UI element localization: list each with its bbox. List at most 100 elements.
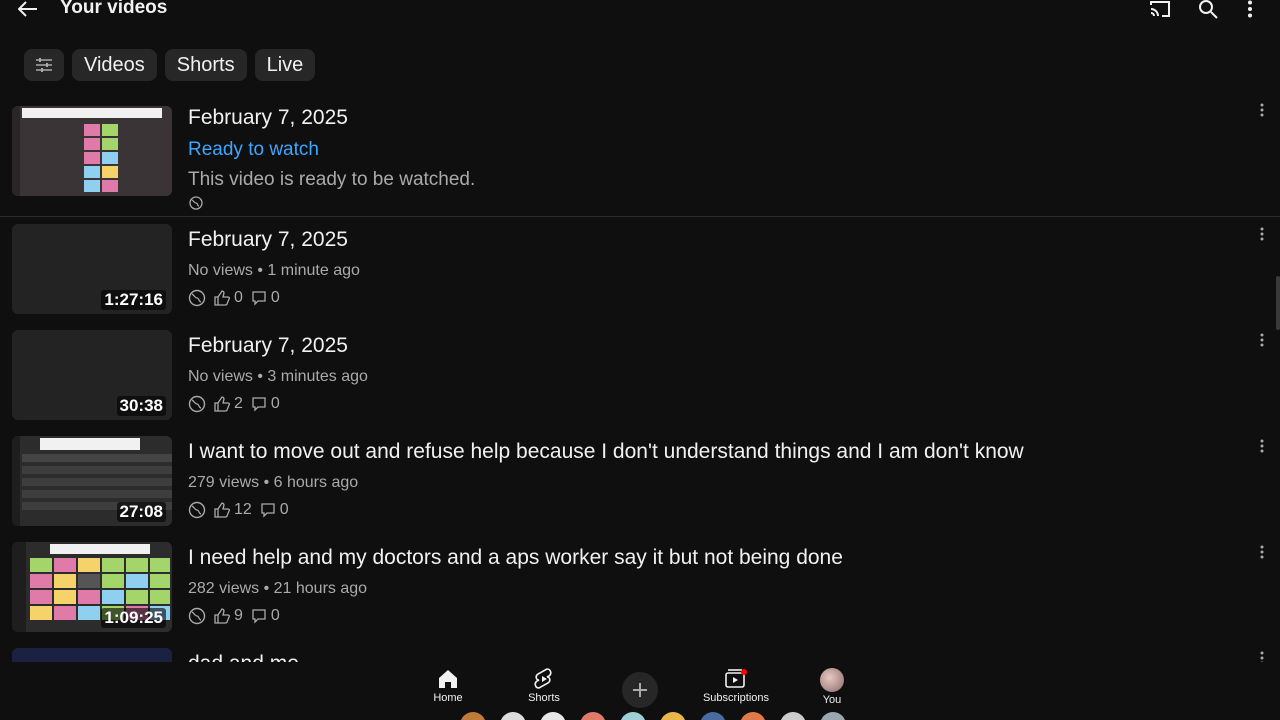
video-thumbnail[interactable] (12, 106, 172, 196)
thumb-up-icon (214, 608, 230, 624)
video-stats: 9 0 (188, 606, 280, 626)
nav-home-label: Home (433, 692, 463, 704)
nav-you[interactable]: You (792, 668, 872, 706)
video-list: February 7, 2025 Ready to watch This vid… (0, 100, 1280, 662)
thumb-up-icon (214, 396, 230, 412)
dock-app-icon[interactable] (740, 712, 766, 720)
back-button[interactable] (14, 0, 42, 22)
chip-videos[interactable]: Videos (72, 49, 157, 81)
globe-icon (188, 501, 206, 519)
video-row[interactable]: 1:27:16 February 7, 2025 No views • 1 mi… (0, 224, 1280, 320)
filter-chip[interactable] (24, 49, 64, 81)
dock-app-icon[interactable] (460, 712, 486, 720)
video-thumbnail[interactable]: 27:08 (12, 436, 172, 526)
video-thumbnail[interactable]: 1:27:16 (12, 224, 172, 314)
chip-live[interactable]: Live (254, 49, 316, 81)
video-row[interactable]: February 7, 2025 Ready to watch This vid… (0, 100, 1280, 216)
video-title[interactable]: dad and me (188, 652, 299, 662)
dock-app-icon[interactable] (540, 712, 566, 720)
video-title[interactable]: I want to move out and refuse help becau… (188, 440, 1024, 464)
shorts-icon (534, 668, 552, 689)
more-vert-icon (1260, 333, 1264, 347)
likes-stat: 0 (214, 289, 243, 307)
avatar (820, 668, 844, 692)
dock-app-icon[interactable] (500, 712, 526, 720)
globe-icon (188, 289, 206, 307)
duration-badge: 27:08 (116, 502, 166, 522)
likes-stat: 2 (214, 395, 243, 413)
video-row[interactable]: dad and me (0, 648, 1280, 662)
video-options-button[interactable] (1254, 542, 1270, 562)
comments-count: 0 (279, 501, 289, 518)
thumb-up-icon (214, 502, 230, 518)
likes-count: 0 (234, 289, 243, 306)
comment-icon (252, 397, 266, 412)
video-stats: 2 0 (188, 394, 280, 414)
nav-subscriptions[interactable]: Subscriptions (696, 668, 776, 704)
video-meta: No views • 1 minute ago (188, 262, 360, 279)
video-thumbnail[interactable] (12, 648, 172, 662)
dock-app-icon[interactable] (820, 712, 846, 720)
cast-button[interactable] (1146, 0, 1174, 22)
comments-count: 0 (270, 607, 280, 624)
search-icon (1199, 0, 1218, 19)
video-stats: 12 0 (188, 500, 289, 520)
duration-badge: 1:09:25 (101, 608, 166, 628)
system-dock (460, 712, 880, 720)
dock-app-icon[interactable] (700, 712, 726, 720)
search-button[interactable] (1194, 0, 1222, 22)
dock-app-icon[interactable] (660, 712, 686, 720)
video-thumbnail[interactable]: 30:38 (12, 330, 172, 420)
video-title[interactable]: February 7, 2025 (188, 228, 348, 252)
create-button[interactable] (622, 672, 658, 708)
video-options-button[interactable] (1254, 648, 1270, 662)
dock-app-icon[interactable] (580, 712, 606, 720)
video-options-button[interactable] (1254, 100, 1270, 120)
video-options-button[interactable] (1254, 330, 1270, 350)
comments-stat: 0 (251, 289, 280, 307)
overflow-menu-button[interactable] (1236, 0, 1264, 22)
thumbnail-image (12, 106, 172, 196)
comment-icon (252, 291, 266, 306)
more-vert-icon (1260, 103, 1264, 117)
video-options-button[interactable] (1254, 224, 1270, 244)
video-title[interactable]: I need help and my doctors and a aps wor… (188, 546, 843, 570)
comments-count: 0 (270, 289, 280, 306)
nav-home[interactable]: Home (408, 668, 488, 704)
chip-shorts[interactable]: Shorts (164, 49, 247, 81)
likes-stat: 12 (214, 501, 252, 519)
likes-count: 12 (234, 501, 252, 518)
divider (0, 216, 1280, 217)
nav-subscriptions-label: Subscriptions (702, 692, 770, 704)
duration-badge: 30:38 (116, 396, 166, 416)
video-meta: No views • 3 minutes ago (188, 368, 368, 385)
thumb-up-icon (214, 290, 230, 306)
more-vert-icon (1260, 651, 1264, 662)
more-vert-icon (1260, 227, 1264, 241)
video-title[interactable]: February 7, 2025 (188, 334, 348, 358)
globe-icon (188, 607, 206, 625)
video-row[interactable]: 1:09:25 I need help and my doctors and a… (0, 542, 1280, 638)
comment-icon (252, 609, 266, 624)
dock-app-icon[interactable] (620, 712, 646, 720)
dock-app-icon[interactable] (780, 712, 806, 720)
duration-badge: 1:27:16 (101, 290, 166, 310)
nav-shorts[interactable]: Shorts (504, 668, 584, 704)
more-vert-icon (1260, 545, 1264, 559)
filter-icon (36, 58, 52, 72)
status-text: Ready to watch (188, 139, 319, 160)
cast-icon (1150, 1, 1170, 17)
video-stats: 0 0 (188, 288, 280, 308)
likes-count: 9 (234, 607, 243, 624)
more-vert-icon (1260, 439, 1264, 453)
video-meta: 279 views • 6 hours ago (188, 474, 359, 491)
likes-count: 2 (234, 395, 243, 412)
comments-stat: 0 (251, 607, 280, 625)
video-thumbnail[interactable]: 1:09:25 (12, 542, 172, 632)
video-options-button[interactable] (1254, 436, 1270, 456)
home-icon (439, 670, 457, 688)
video-row[interactable]: 27:08 I want to move out and refuse help… (0, 436, 1280, 532)
globe-icon (188, 395, 206, 413)
video-row[interactable]: 30:38 February 7, 2025 No views • 3 minu… (0, 330, 1280, 426)
video-title[interactable]: February 7, 2025 (188, 106, 348, 130)
